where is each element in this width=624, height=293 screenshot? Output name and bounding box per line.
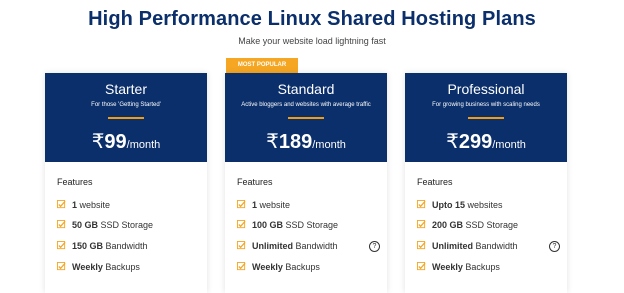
check-icon xyxy=(417,200,426,209)
plan-price: ₹299/month xyxy=(405,129,567,154)
feature-item: 50 GB SSD Storage xyxy=(57,219,153,231)
check-icon xyxy=(237,200,246,209)
check-icon xyxy=(417,262,426,271)
feature-text: websites xyxy=(465,200,503,210)
feature-bold: Weekly xyxy=(252,262,283,272)
price-amount: 189 xyxy=(278,131,313,153)
feature-item: 1 website xyxy=(237,199,290,211)
feature-item: Weekly Backups xyxy=(417,261,500,273)
price-period: /month xyxy=(312,139,346,151)
features-heading: Features xyxy=(417,177,453,187)
feature-bold: 50 GB xyxy=(72,220,99,230)
plan-price: ₹189/month xyxy=(225,129,387,154)
price-period: /month xyxy=(126,139,161,151)
feature-item: 1 website xyxy=(57,199,110,211)
plan-header: Starter For those 'Getting Started' ₹99/… xyxy=(45,73,207,162)
feature-bold: Weekly xyxy=(432,262,463,272)
feature-bold: Upto 15 xyxy=(432,200,466,210)
feature-text: Bandwidth xyxy=(293,241,338,251)
feature-item: Unlimited Bandwidth xyxy=(237,240,338,252)
feature-bold: 150 GB xyxy=(72,241,104,251)
feature-item: 200 GB SSD Storage xyxy=(417,219,518,231)
plan-description: For those 'Getting Started' xyxy=(91,102,161,108)
help-icon[interactable]: ? xyxy=(549,241,560,252)
plan-header: Professional For growing business with s… xyxy=(405,73,567,162)
plan-card-starter: Starter For those 'Getting Started' ₹99/… xyxy=(45,73,207,293)
feature-text: Backups xyxy=(282,262,320,272)
feature-text: Bandwidth xyxy=(473,241,518,251)
check-icon xyxy=(57,220,66,229)
feature-text: website xyxy=(257,200,291,210)
price-period: /month xyxy=(492,139,526,151)
feature-bold: 200 GB xyxy=(432,220,464,230)
feature-item: Upto 15 websites xyxy=(417,199,503,211)
divider xyxy=(288,117,324,119)
feature-bold: Unlimited xyxy=(252,241,294,251)
check-icon xyxy=(57,262,66,271)
plan-name: Standard xyxy=(277,81,335,97)
check-icon xyxy=(417,241,426,250)
feature-bold: Unlimited xyxy=(432,241,474,251)
currency-symbol: ₹ xyxy=(446,131,459,153)
feature-text: Bandwidth xyxy=(103,241,148,251)
features-heading: Features xyxy=(57,177,93,187)
price-amount: 299 xyxy=(458,131,493,153)
check-icon xyxy=(237,241,246,250)
feature-item: 100 GB SSD Storage xyxy=(237,219,338,231)
feature-item: Unlimited Bandwidth xyxy=(417,240,518,252)
feature-text: Backups xyxy=(102,262,140,272)
divider xyxy=(468,117,504,119)
divider xyxy=(108,117,144,119)
plan-name: Professional xyxy=(447,81,525,97)
feature-text: website xyxy=(77,200,111,210)
most-popular-badge: MOST POPULAR xyxy=(226,58,298,73)
plan-header: Standard Active bloggers and websites wi… xyxy=(225,73,387,162)
check-icon xyxy=(237,262,246,271)
feature-item: Weekly Backups xyxy=(57,261,140,273)
feature-text: SSD Storage xyxy=(283,220,339,230)
page-subtitle: Make your website load lightning fast xyxy=(238,36,386,46)
feature-bold: 100 GB xyxy=(252,220,284,230)
feature-item: Weekly Backups xyxy=(237,261,320,273)
plan-card-professional: Professional For growing business with s… xyxy=(405,73,567,293)
help-icon[interactable]: ? xyxy=(369,241,380,252)
plan-description: For growing business with scaling needs xyxy=(432,102,540,108)
feature-text: SSD Storage xyxy=(463,220,519,230)
plan-card-standard: Standard Active bloggers and websites wi… xyxy=(225,73,387,293)
check-icon xyxy=(57,200,66,209)
feature-text: Backups xyxy=(462,262,500,272)
feature-text: SSD Storage xyxy=(98,220,154,230)
plan-description: Active bloggers and websites with averag… xyxy=(241,102,371,108)
plan-name: Starter xyxy=(104,81,147,97)
currency-symbol: ₹ xyxy=(91,131,105,153)
price-amount: 99 xyxy=(104,131,127,153)
check-icon xyxy=(237,220,246,229)
feature-item: 150 GB Bandwidth xyxy=(57,240,148,252)
page-title: High Performance Linux Shared Hosting Pl… xyxy=(88,8,536,30)
plan-price: ₹99/month xyxy=(45,129,207,154)
check-icon xyxy=(57,241,66,250)
currency-symbol: ₹ xyxy=(266,131,279,153)
feature-bold: Weekly xyxy=(72,262,103,272)
check-icon xyxy=(417,220,426,229)
features-heading: Features xyxy=(237,177,273,187)
